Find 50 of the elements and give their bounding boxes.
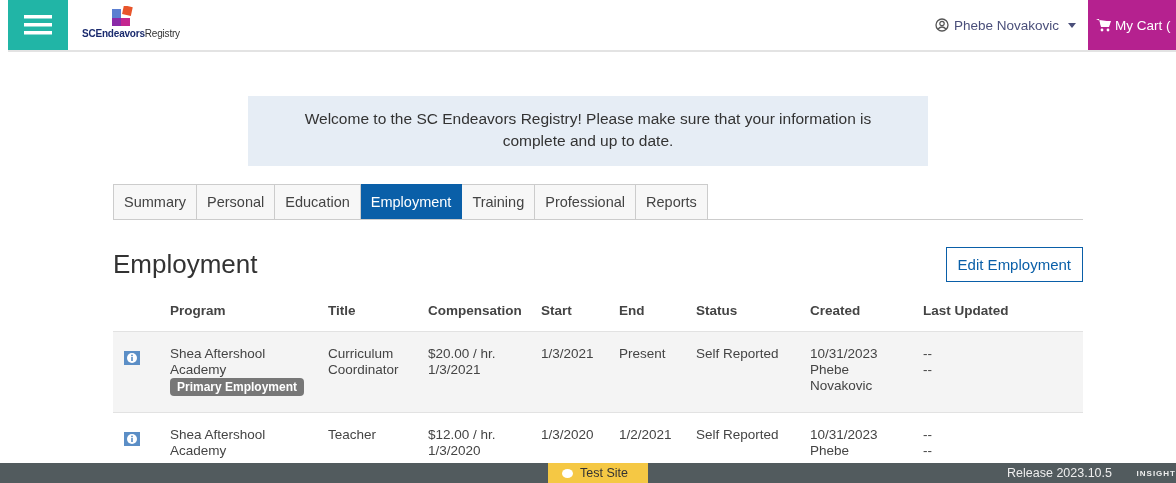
- table-cell-text: -- --: [923, 427, 933, 459]
- footer-logo: INSIGHT: [1134, 467, 1176, 479]
- tab[interactable]: Personal: [197, 184, 276, 219]
- column-header: End: [619, 303, 646, 319]
- test-site-label: Test Site: [548, 463, 648, 483]
- column-header: Last Updated: [923, 303, 1010, 319]
- info-icon[interactable]: [124, 351, 140, 365]
- welcome-banner: Welcome to the SC Endeavors Registry! Please make sure that your information is complete and up to date.: [248, 96, 928, 166]
- table-cell-text: 1/3/2021: [541, 346, 595, 363]
- column-header: Start: [541, 303, 573, 319]
- cart-button[interactable]: My Cart (: [1088, 0, 1176, 50]
- user-icon: [934, 18, 949, 32]
- section-title: Employment: [113, 249, 258, 280]
- logo-icon: [112, 6, 134, 26]
- tab[interactable]: Summary: [113, 184, 198, 219]
- tab[interactable]: Training: [462, 184, 536, 219]
- table-cell-text: -- --: [923, 346, 933, 379]
- table-cell-text: 10/31/2023 Phebe Novakovic: [810, 346, 879, 395]
- table-cell-text: Shea Aftershool Academy: [170, 346, 267, 378]
- tab[interactable]: Professional: [535, 184, 637, 219]
- column-header: Created: [810, 303, 862, 319]
- menu-button[interactable]: [8, 0, 68, 50]
- table-cell-text: 1/2/2021: [619, 427, 673, 444]
- column-header: Title: [328, 303, 357, 319]
- caret-icon: [1068, 22, 1076, 28]
- menu-icon: [24, 15, 52, 35]
- column-header: Compensation: [428, 303, 523, 319]
- table-cell-text: Self Reported: [696, 427, 780, 444]
- table-cell-text: $12.00 / hr. 1/3/2020: [428, 427, 497, 459]
- table-cell-text: Present: [619, 346, 667, 363]
- column-header: Program: [170, 303, 227, 319]
- tab[interactable]: Reports: [636, 184, 708, 219]
- tab[interactable]: Education: [275, 184, 361, 219]
- table-cell-text: Self Reported: [696, 346, 780, 363]
- table-cell-text: $20.00 / hr. 1/3/2021: [428, 346, 497, 379]
- release-version: Release 2023.10.5: [1007, 466, 1112, 480]
- tab[interactable]: Employment: [360, 184, 463, 219]
- circle-icon: [562, 468, 573, 478]
- column-header: Status: [696, 303, 739, 319]
- primary-employment-badge: Primary Employment: [170, 378, 305, 396]
- cart-icon: [1096, 18, 1112, 32]
- table-cell-text: 10/31/2023 Phebe: [810, 427, 879, 459]
- user-menu[interactable]: Phebe Novakovic: [922, 0, 1088, 50]
- table-cell-text: 1/3/2020: [541, 427, 595, 444]
- logo-text: SCEndeavorsRegistry: [82, 28, 180, 39]
- table-cell-text: Teacher: [328, 427, 378, 444]
- info-icon[interactable]: [124, 432, 140, 446]
- table-cell-text: Shea Aftershool Academy: [170, 427, 267, 459]
- edit-employment-button[interactable]: Edit Employment: [945, 247, 1083, 282]
- table-cell-text: Curriculum Coordinator: [328, 346, 400, 379]
